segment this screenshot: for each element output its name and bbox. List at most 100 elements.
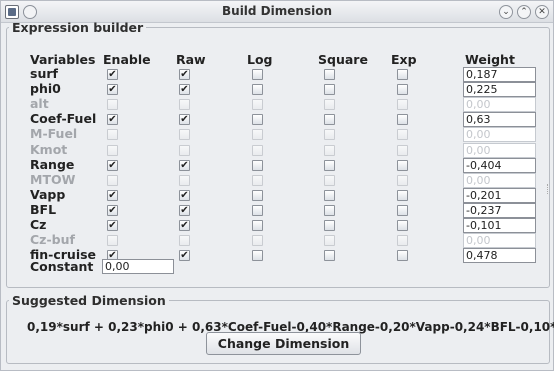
square-checkbox[interactable] [324, 99, 335, 110]
header-exp: Exp [391, 52, 417, 67]
chevron-up-icon: ⌃ [520, 7, 528, 17]
weight-field[interactable]: -0,237 [463, 203, 536, 218]
log-checkbox[interactable] [252, 235, 263, 246]
variable-label: surf [30, 66, 58, 81]
header-raw: Raw [176, 52, 206, 67]
square-checkbox[interactable] [324, 205, 335, 216]
log-checkbox[interactable] [252, 175, 263, 186]
enable-checkbox[interactable] [107, 175, 118, 186]
enable-checkbox[interactable]: ✔ [107, 220, 118, 231]
weight-field[interactable]: 0,00 [463, 233, 536, 248]
square-checkbox[interactable] [324, 250, 335, 261]
variable-label: phi0 [30, 81, 61, 96]
maximize-button[interactable]: ⌃ [517, 5, 531, 19]
raw-checkbox[interactable]: ✔ [179, 69, 190, 80]
log-checkbox[interactable] [252, 160, 263, 171]
enable-checkbox[interactable]: ✔ [107, 205, 118, 216]
square-checkbox[interactable] [324, 175, 335, 186]
exp-checkbox[interactable] [397, 69, 408, 80]
raw-checkbox[interactable] [179, 235, 190, 246]
weight-field[interactable]: 0,00 [463, 173, 536, 188]
log-checkbox[interactable] [252, 205, 263, 216]
enable-checkbox[interactable]: ✔ [107, 190, 118, 201]
exp-checkbox[interactable] [397, 175, 408, 186]
enable-checkbox[interactable]: ✔ [107, 69, 118, 80]
log-checkbox[interactable] [252, 84, 263, 95]
variable-label: Kmot [30, 142, 68, 157]
square-checkbox[interactable] [324, 84, 335, 95]
enable-checkbox[interactable] [107, 99, 118, 110]
exp-checkbox[interactable] [397, 220, 408, 231]
raw-checkbox[interactable]: ✔ [179, 84, 190, 95]
square-checkbox[interactable] [324, 160, 335, 171]
log-checkbox[interactable] [252, 129, 263, 140]
minimize-button[interactable]: ⌄ [499, 5, 513, 19]
raw-checkbox[interactable] [179, 145, 190, 156]
raw-checkbox[interactable] [179, 175, 190, 186]
square-checkbox[interactable] [324, 69, 335, 80]
weight-field[interactable]: 0,225 [463, 82, 536, 97]
square-checkbox[interactable] [324, 145, 335, 156]
raw-checkbox[interactable]: ✔ [179, 205, 190, 216]
enable-checkbox[interactable]: ✔ [107, 84, 118, 95]
enable-checkbox[interactable] [107, 129, 118, 140]
raw-checkbox[interactable]: ✔ [179, 160, 190, 171]
enable-checkbox[interactable] [107, 145, 118, 156]
raw-checkbox[interactable] [179, 129, 190, 140]
enable-checkbox[interactable]: ✔ [107, 114, 118, 125]
log-checkbox[interactable] [252, 250, 263, 261]
weight-field[interactable]: -0,404 [463, 158, 536, 173]
exp-checkbox[interactable] [397, 84, 408, 95]
variable-label: BFL [30, 202, 57, 217]
weight-field[interactable]: -0,201 [463, 188, 536, 203]
exp-checkbox[interactable] [397, 250, 408, 261]
constant-field[interactable]: 0,00 [102, 259, 174, 274]
log-checkbox[interactable] [252, 99, 263, 110]
exp-checkbox[interactable] [397, 160, 408, 171]
exp-checkbox[interactable] [397, 99, 408, 110]
raw-checkbox[interactable]: ✔ [179, 114, 190, 125]
square-checkbox[interactable] [324, 129, 335, 140]
raw-checkbox[interactable] [179, 99, 190, 110]
weight-field[interactable]: 0,00 [463, 143, 536, 158]
exp-checkbox[interactable] [397, 190, 408, 201]
exp-checkbox[interactable] [397, 145, 408, 156]
build-dimension-window: Build Dimension ⌄ ⌃ ✕ Expression builder… [0, 0, 554, 371]
raw-checkbox[interactable]: ✔ [179, 220, 190, 231]
log-checkbox[interactable] [252, 114, 263, 125]
weight-field[interactable]: 0,63 [463, 112, 536, 127]
header-square: Square [318, 52, 368, 67]
suggested-dimension-legend: Suggested Dimension [12, 293, 166, 308]
log-checkbox[interactable] [252, 190, 263, 201]
variable-label: MTOW [30, 172, 76, 187]
weight-field[interactable]: 0,478 [463, 248, 536, 263]
window-title: Build Dimension [222, 4, 332, 18]
close-button[interactable]: ✕ [535, 5, 549, 19]
exp-checkbox[interactable] [397, 235, 408, 246]
variable-label: Cz-buf [30, 232, 75, 247]
weight-field[interactable]: 0,187 [463, 67, 536, 82]
square-checkbox[interactable] [324, 114, 335, 125]
square-checkbox[interactable] [324, 220, 335, 231]
constant-label: Constant [30, 259, 94, 274]
change-dimension-button[interactable]: Change Dimension [206, 332, 361, 355]
log-checkbox[interactable] [252, 220, 263, 231]
square-checkbox[interactable] [324, 190, 335, 201]
square-checkbox[interactable] [324, 235, 335, 246]
weight-field[interactable]: 0,00 [463, 127, 536, 142]
raw-checkbox[interactable]: ✔ [179, 250, 190, 261]
exp-checkbox[interactable] [397, 205, 408, 216]
exp-checkbox[interactable] [397, 129, 408, 140]
resize-grip[interactable] [547, 184, 549, 194]
header-enable: Enable [103, 52, 151, 67]
weight-field[interactable]: 0,00 [463, 97, 536, 112]
weight-field[interactable]: -0,101 [463, 218, 536, 233]
exp-checkbox[interactable] [397, 114, 408, 125]
raw-checkbox[interactable]: ✔ [179, 190, 190, 201]
log-checkbox[interactable] [252, 69, 263, 80]
log-checkbox[interactable] [252, 145, 263, 156]
enable-checkbox[interactable] [107, 235, 118, 246]
header-weight: Weight [465, 52, 515, 67]
enable-checkbox[interactable]: ✔ [107, 160, 118, 171]
variable-label: Coef-Fuel [30, 111, 97, 126]
